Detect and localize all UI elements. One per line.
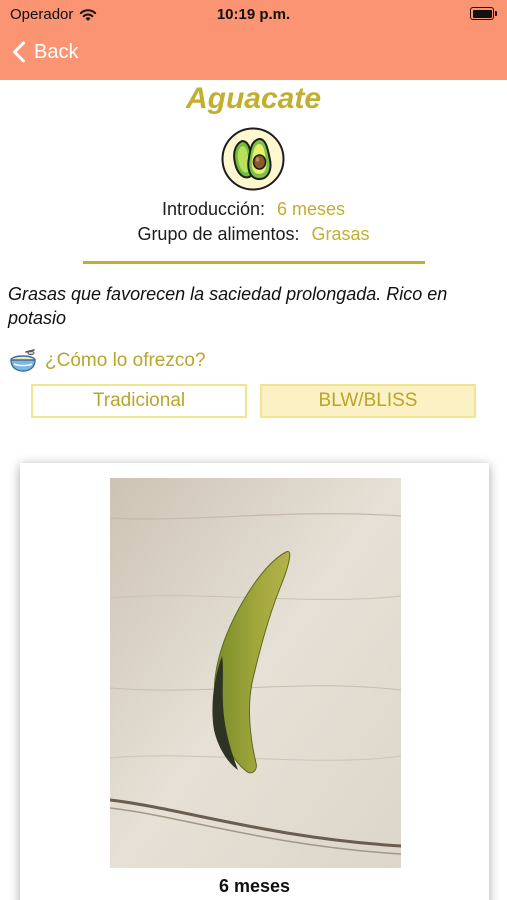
divider — [83, 261, 425, 264]
how-to-offer-header: ¿Cómo lo ofrezco? — [9, 346, 206, 376]
avocado-icon — [221, 127, 285, 191]
food-group-label: Grupo de alimentos: — [137, 224, 300, 244]
food-group-row: Grupo de alimentos: Grasas — [0, 224, 507, 245]
introduction-row: Introducción: 6 meses — [0, 199, 507, 220]
back-label: Back — [34, 40, 79, 63]
nav-header: Operador 10:19 p.m. Back — [0, 0, 507, 80]
food-group-value: Grasas — [311, 224, 370, 244]
tab-blw-bliss[interactable]: BLW/BLISS — [260, 384, 476, 418]
chevron-left-icon — [13, 41, 25, 63]
tab-tradicional[interactable]: Tradicional — [31, 384, 247, 418]
bowl-icon — [10, 349, 36, 372]
introduction-label: Introducción: — [161, 199, 266, 219]
status-bar: Operador 10:19 p.m. — [0, 0, 507, 28]
back-button[interactable]: Back — [12, 36, 78, 68]
card-caption: 6 meses — [218, 876, 291, 896]
how-to-offer-label: ¿Cómo lo ofrezco? — [45, 350, 206, 371]
avocado-slice-photo — [110, 478, 401, 868]
clock: 10:19 p.m. — [216, 6, 291, 23]
preparation-card: 6 meses — [20, 463, 489, 900]
food-description: Grasas que favorecen la saciedad prolong… — [8, 284, 448, 328]
food-title: Aguacate — [185, 82, 322, 115]
introduction-value: 6 meses — [277, 199, 346, 219]
battery-icon — [470, 7, 497, 20]
